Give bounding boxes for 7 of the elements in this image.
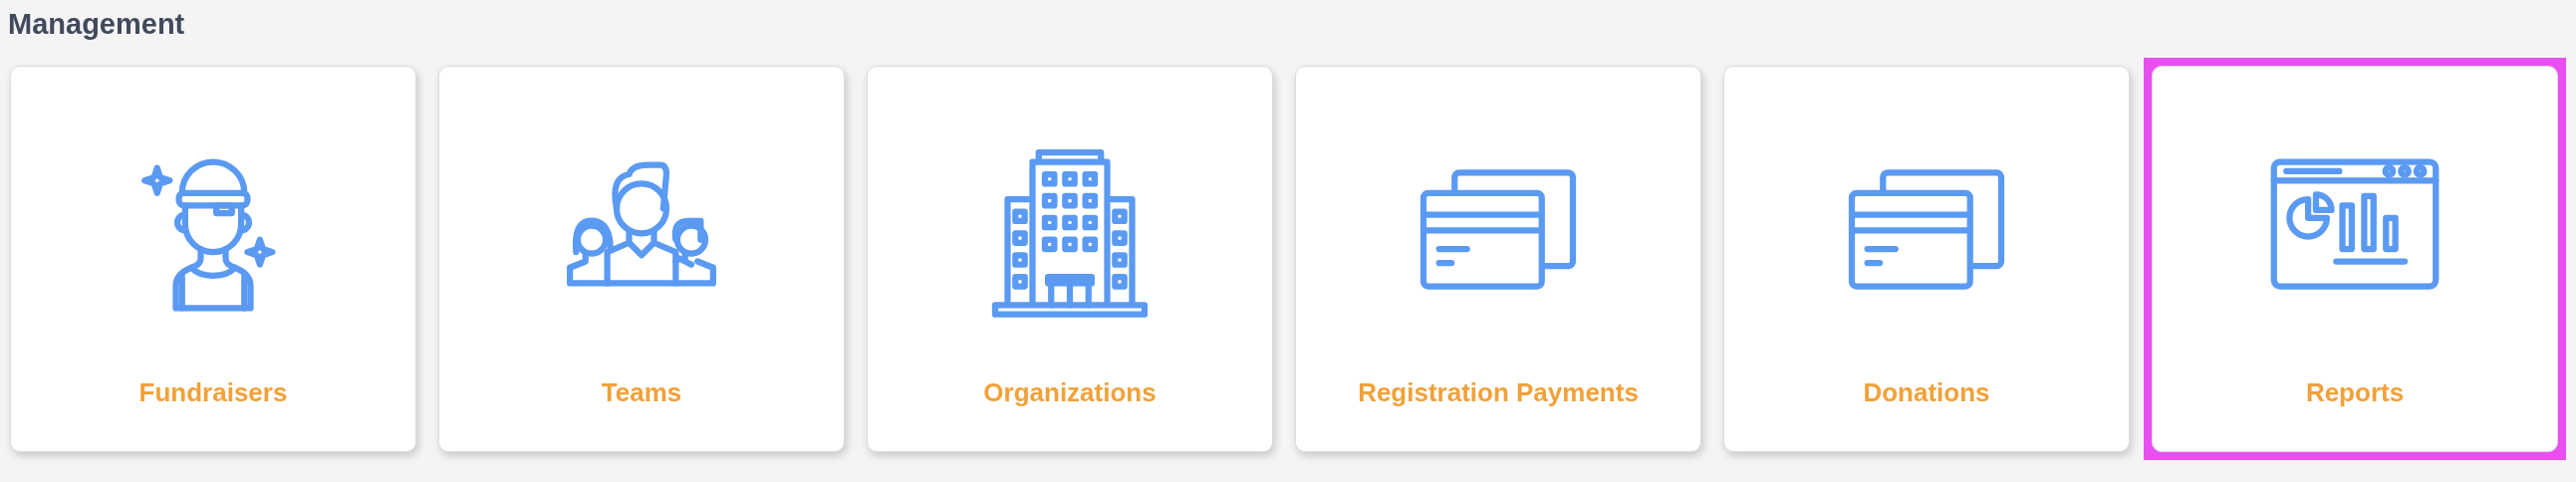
menu-card[interactable]: Organizations [867,66,1273,452]
menu-card[interactable]: Fundraisers [10,66,416,452]
section-title: Management [8,7,186,42]
menu-card[interactable]: Registration Payments [1295,66,1701,452]
menu-card[interactable]: Teams [438,66,845,452]
menu-card[interactable]: Donations [1723,66,2130,452]
menu-card[interactable]: Reports [2152,66,2558,452]
